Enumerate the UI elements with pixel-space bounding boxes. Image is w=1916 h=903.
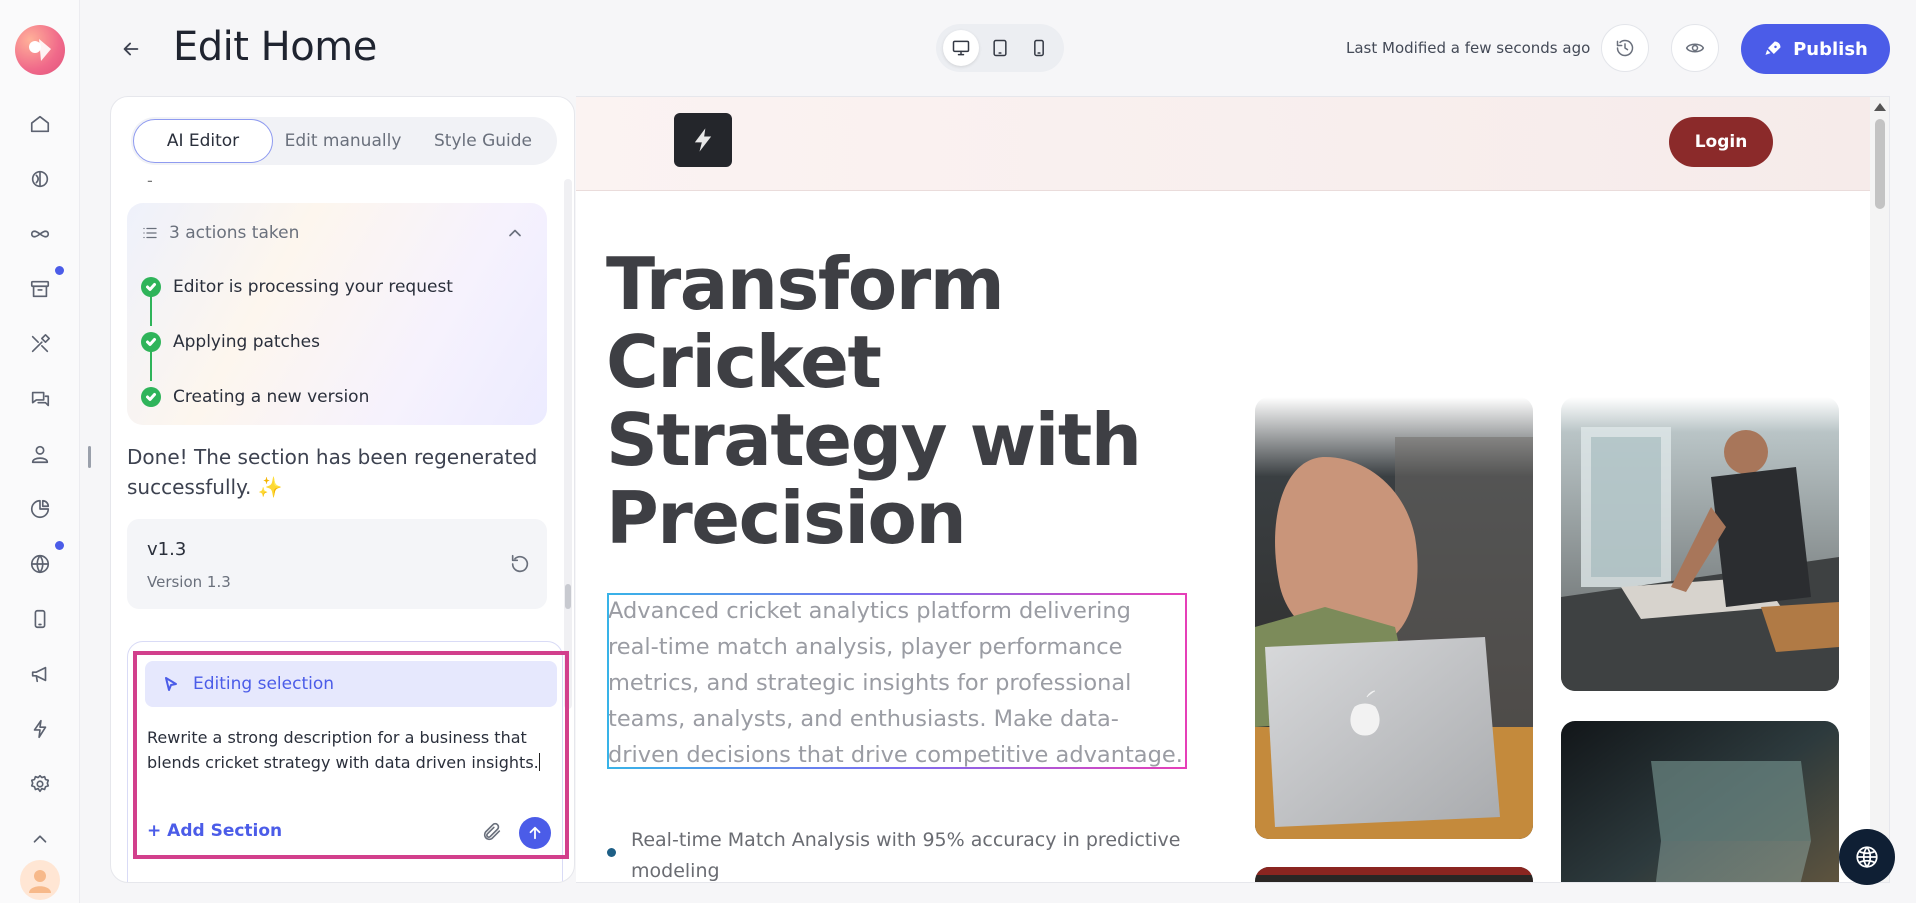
arrow-left-icon: [123, 42, 139, 56]
eye-icon: [1685, 43, 1705, 53]
site-preview: Login Transform Cricket Strategy with Pr…: [576, 96, 1890, 883]
avatar-icon: [29, 870, 51, 893]
hero-photo-bottom: [1255, 867, 1533, 882]
attach-button[interactable]: [481, 821, 505, 845]
actions-card: 3 actions taken Editor is processing you…: [127, 203, 547, 425]
hero-photo-laptop: [1255, 397, 1533, 839]
editing-selection-chip[interactable]: Editing selection: [145, 661, 557, 707]
last-modified-text: Last Modified a few seconds ago: [1346, 39, 1591, 57]
step-label: Applying patches: [173, 332, 320, 352]
step-label: Creating a new version: [173, 387, 370, 407]
user-icon[interactable]: [24, 438, 56, 470]
preview-scrollbar[interactable]: [1870, 97, 1889, 882]
login-button[interactable]: Login: [1669, 117, 1773, 167]
panel-scrollbar[interactable]: [564, 179, 572, 709]
rocket-icon: [1765, 41, 1781, 55]
prompt-input[interactable]: Rewrite a strong description for a busin…: [147, 725, 557, 775]
globe-nav-icon[interactable]: [24, 548, 56, 580]
chat-separator: -: [147, 171, 153, 190]
settings-icon[interactable]: [24, 768, 56, 800]
pie-chart-icon[interactable]: [24, 493, 56, 525]
selection-label: Editing selection: [193, 674, 335, 694]
infinity-icon[interactable]: [24, 218, 56, 250]
arrow-up-icon: [529, 826, 541, 840]
back-button[interactable]: [116, 34, 146, 64]
paperclip-icon: [483, 822, 501, 841]
version-subtitle: Version 1.3: [147, 573, 231, 591]
app-sidebar: [0, 0, 80, 903]
archive-badge: [55, 266, 64, 275]
restore-version-button[interactable]: [509, 553, 531, 575]
editor-tabs: AI Editor Edit manually Style Guide: [131, 117, 557, 165]
cursor-pointer-icon: [165, 677, 177, 691]
scroll-up-arrow[interactable]: [1874, 103, 1886, 111]
list-icon: [143, 227, 157, 239]
tab-ai-editor[interactable]: AI Editor: [133, 119, 273, 163]
hero-photo-desk: [1561, 397, 1839, 691]
restore-icon: [511, 554, 529, 573]
phone-icon[interactable]: [24, 603, 56, 635]
prompt-text: Rewrite a strong description for a busin…: [147, 728, 539, 772]
user-avatar[interactable]: [20, 860, 60, 900]
selection-outline: [607, 593, 1187, 769]
assistant-message: Done! The section has been regenerated s…: [127, 445, 538, 499]
page-title: Edit Home: [173, 24, 377, 70]
send-button[interactable]: [519, 817, 551, 849]
mobile-icon: [1033, 39, 1044, 57]
home-icon[interactable]: [24, 108, 56, 140]
tab-style-guide[interactable]: Style Guide: [413, 119, 553, 163]
ai-editor-panel: AI Editor Edit manually Style Guide - 3 …: [110, 96, 575, 883]
preview-scroll-thumb[interactable]: [1875, 119, 1885, 209]
language-button[interactable]: [1839, 829, 1895, 885]
check-icon: [141, 277, 161, 297]
desktop-icon: [953, 40, 970, 56]
sidebar-resize-handle[interactable]: [88, 446, 91, 468]
tablet-icon: [993, 39, 1007, 57]
panel-scroll-thumb[interactable]: [565, 584, 571, 609]
lightning-icon: [694, 128, 712, 152]
tablet-view-button[interactable]: [982, 30, 1018, 66]
check-icon: [141, 387, 161, 407]
feature-bullet[interactable]: Real-time Match Analysis with 95% accura…: [631, 825, 1191, 882]
action-step: Editor is processing your request: [141, 277, 453, 297]
device-switcher: [936, 24, 1064, 72]
tab-edit-manually[interactable]: Edit manually: [273, 119, 413, 163]
brain-icon[interactable]: [24, 163, 56, 195]
hero-title[interactable]: Transform Cricket Strategy with Precisio…: [606, 245, 1166, 557]
desktop-view-button[interactable]: [943, 30, 980, 66]
mobile-view-button[interactable]: [1021, 30, 1057, 66]
site-logo[interactable]: [674, 113, 732, 167]
tools-icon[interactable]: [24, 328, 56, 360]
action-step: Applying patches: [141, 332, 320, 352]
megaphone-icon[interactable]: [24, 658, 56, 690]
collapse-button[interactable]: [505, 223, 525, 243]
bullet-dot: [607, 848, 616, 857]
check-icon: [141, 332, 161, 352]
globe-badge: [55, 541, 64, 550]
logo-icon: [29, 39, 51, 61]
actions-title: 3 actions taken: [169, 223, 300, 243]
publish-label: Publish: [1793, 38, 1868, 60]
history-button[interactable]: [1601, 24, 1649, 72]
globe-icon: [1856, 846, 1878, 869]
chevron-up-icon: [509, 229, 521, 237]
history-icon: [1616, 39, 1634, 57]
archive-icon[interactable]: [24, 273, 56, 305]
version-card[interactable]: v1.3 Version 1.3: [127, 519, 547, 609]
text-caret: [538, 753, 540, 771]
action-step: Creating a new version: [141, 387, 369, 407]
site-navbar: Login: [576, 97, 1870, 191]
actions-header[interactable]: 3 actions taken: [141, 223, 299, 243]
app-logo[interactable]: [15, 25, 65, 75]
prompt-composer: Editing selection Rewrite a strong descr…: [133, 651, 569, 859]
add-section-button[interactable]: + Add Section: [147, 821, 282, 841]
version-tag: v1.3: [147, 539, 187, 560]
chevron-up-icon[interactable]: [24, 823, 56, 855]
chat-icon[interactable]: [24, 383, 56, 415]
publish-button[interactable]: Publish: [1741, 24, 1890, 74]
preview-button[interactable]: [1671, 24, 1719, 72]
hero-photo-workspace: [1561, 721, 1839, 882]
step-label: Editor is processing your request: [173, 277, 453, 297]
bolt-icon[interactable]: [24, 713, 56, 745]
